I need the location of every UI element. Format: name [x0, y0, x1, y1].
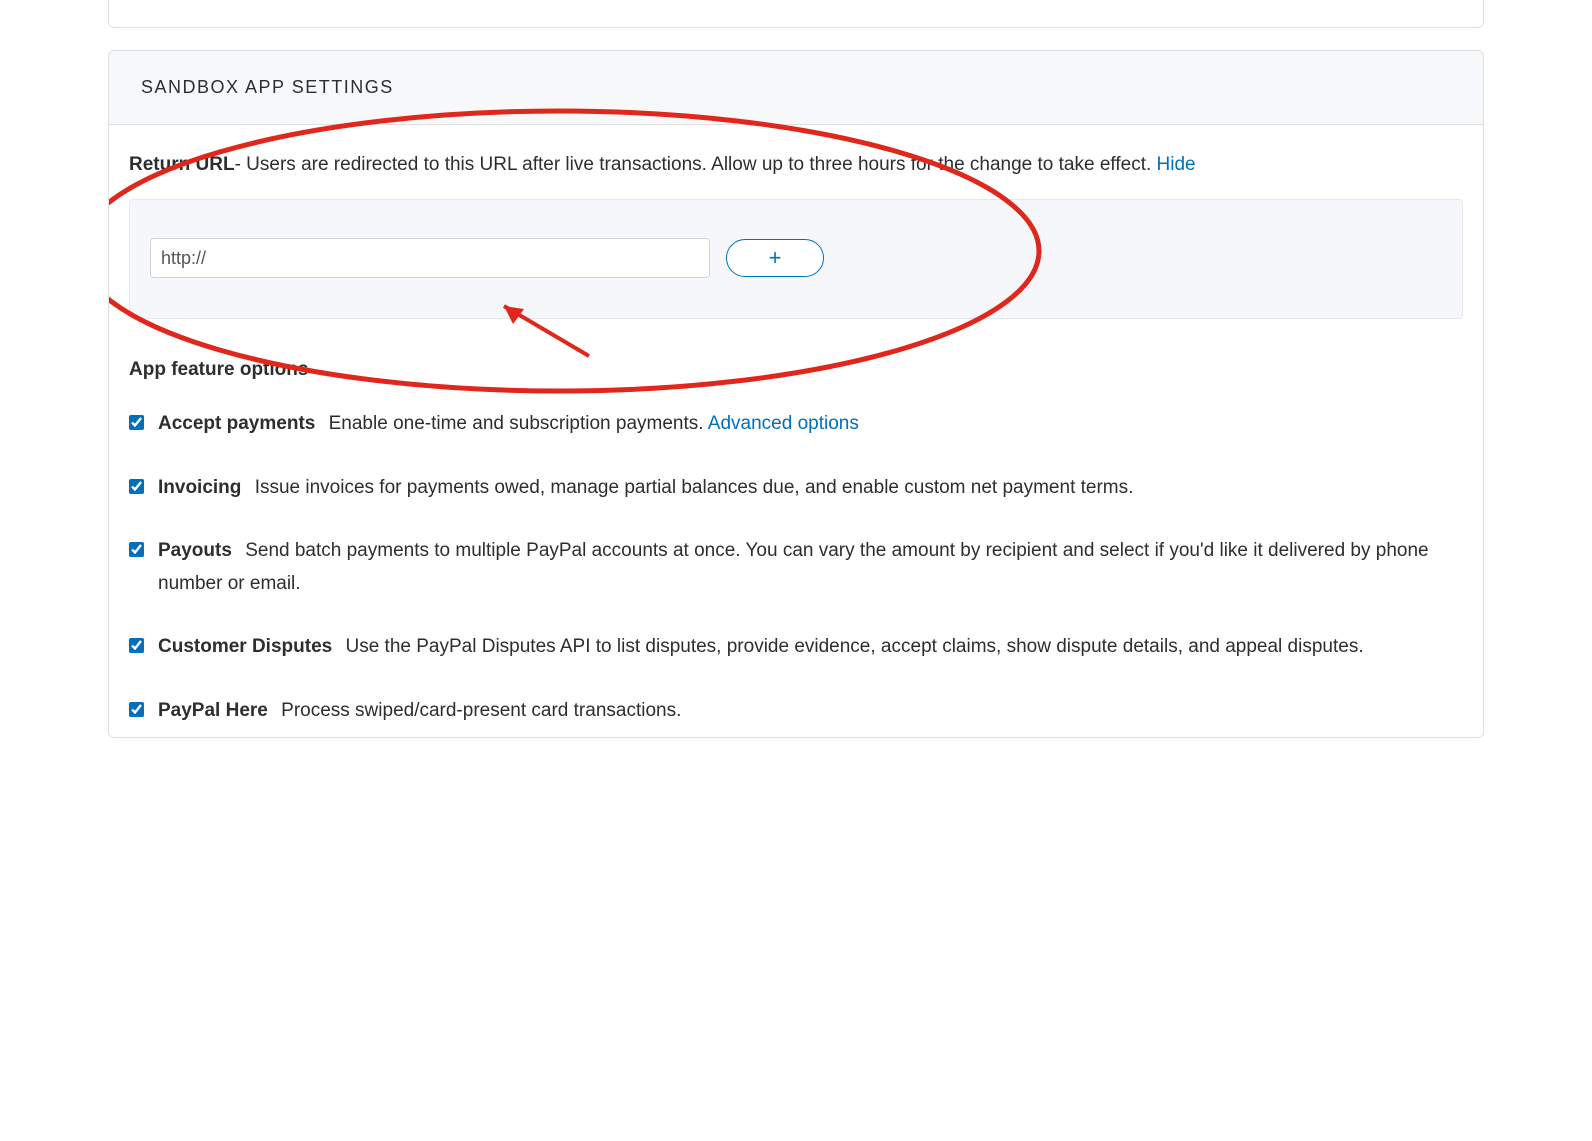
feature-label: Payouts — [158, 540, 232, 561]
return-url-description-block: Return URL- Users are redirected to this… — [129, 149, 1463, 181]
return-url-description: - Users are redirected to this URL after… — [235, 154, 1157, 175]
feature-customer-disputes: Customer Disputes Use the PayPal Dispute… — [129, 630, 1463, 663]
return-url-input[interactable] — [150, 238, 710, 278]
card-body: Return URL- Users are redirected to this… — [109, 125, 1483, 737]
features-heading: App feature options — [129, 359, 1463, 381]
feature-accept-payments: Accept payments Enable one-time and subs… — [129, 407, 1463, 440]
feature-description: Enable one-time and subscription payment… — [329, 413, 708, 434]
feature-label: Accept payments — [158, 413, 315, 434]
feature-label: PayPal Here — [158, 700, 268, 721]
return-url-input-block: + — [129, 199, 1463, 319]
feature-description: Send batch payments to multiple PayPal a… — [158, 540, 1429, 594]
feature-description: Use the PayPal Disputes API to list disp… — [345, 636, 1363, 657]
card-header-title: SANDBOX APP SETTINGS — [141, 77, 1451, 98]
advanced-options-link[interactable]: Advanced options — [708, 413, 859, 434]
feature-text: PayPal Here Process swiped/card-present … — [158, 694, 1463, 727]
feature-label: Customer Disputes — [158, 636, 332, 657]
checkbox-payouts[interactable] — [129, 542, 144, 557]
checkbox-customer-disputes[interactable] — [129, 638, 144, 653]
card-header: SANDBOX APP SETTINGS — [109, 51, 1483, 125]
checkbox-accept-payments[interactable] — [129, 415, 144, 430]
feature-list: Accept payments Enable one-time and subs… — [129, 407, 1463, 727]
feature-text: Invoicing Issue invoices for payments ow… — [158, 471, 1463, 504]
feature-invoicing: Invoicing Issue invoices for payments ow… — [129, 471, 1463, 504]
feature-text: Accept payments Enable one-time and subs… — [158, 407, 1463, 440]
feature-description: Process swiped/card-present card transac… — [281, 700, 681, 721]
plus-icon: + — [769, 247, 782, 269]
feature-label: Invoicing — [158, 477, 241, 498]
previous-card-fragment — [108, 0, 1484, 28]
hide-link[interactable]: Hide — [1157, 154, 1196, 175]
feature-text: Payouts Send batch payments to multiple … — [158, 534, 1463, 601]
feature-description: Issue invoices for payments owed, manage… — [255, 477, 1134, 498]
sandbox-settings-card: SANDBOX APP SETTINGS Return URL- Users a… — [108, 50, 1484, 738]
feature-text: Customer Disputes Use the PayPal Dispute… — [158, 630, 1463, 663]
checkbox-paypal-here[interactable] — [129, 702, 144, 717]
feature-payouts: Payouts Send batch payments to multiple … — [129, 534, 1463, 601]
checkbox-invoicing[interactable] — [129, 479, 144, 494]
add-url-button[interactable]: + — [726, 239, 824, 277]
feature-paypal-here: PayPal Here Process swiped/card-present … — [129, 694, 1463, 727]
return-url-label: Return URL — [129, 154, 235, 175]
